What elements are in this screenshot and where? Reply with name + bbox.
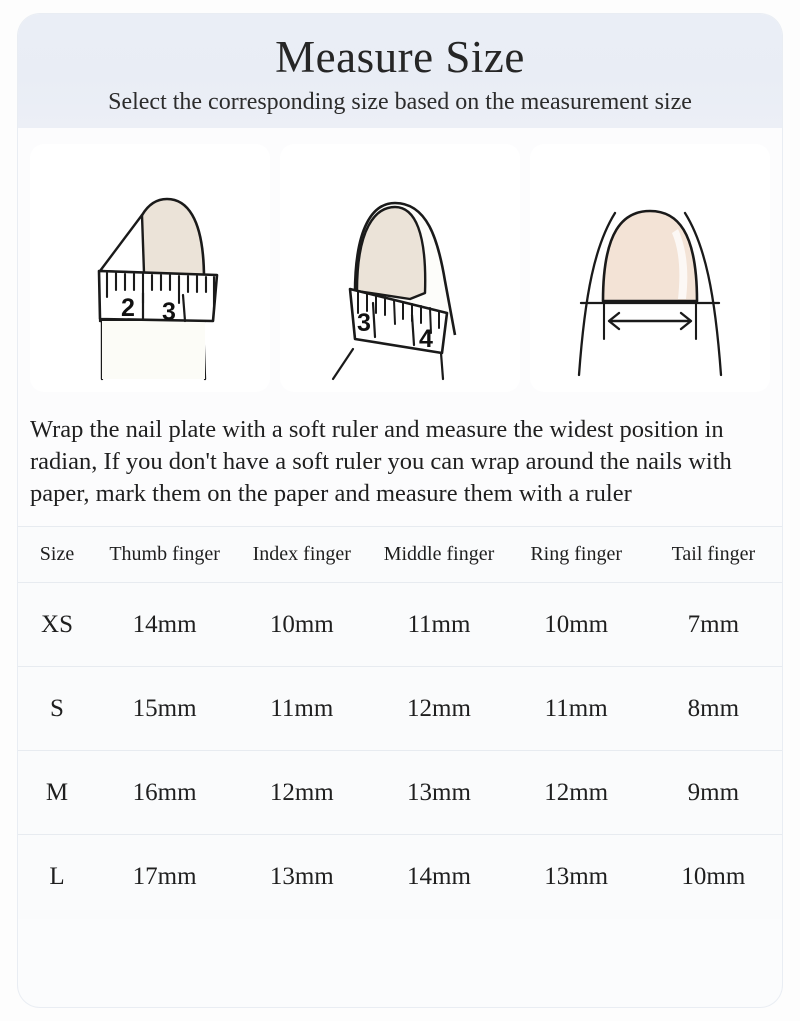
cell-middle: 11mm [370,582,508,667]
cell-thumb: 15mm [96,666,234,751]
cell-size: S [18,666,96,751]
ruler-label-3: 3 [162,298,176,326]
nail-width-arrow-icon [577,209,723,377]
instructions-text: Wrap the nail plate with a soft ruler an… [30,416,732,507]
cell-ring: 13mm [507,834,645,919]
cell-ring: 10mm [507,582,645,667]
figure-panel-3 [530,144,770,392]
page-title: Measure Size [275,32,525,82]
cell-index: 10mm [233,582,371,667]
size-chart-card: Measure Size Select the corresponding si… [18,14,782,1007]
cell-thumb: 14mm [96,582,234,667]
cell-index: 11mm [233,666,371,751]
finger-with-soft-ruler-2-3-icon: 2 3 [97,197,219,381]
size-table: Size Thumb finger Index finger Middle fi… [18,526,782,919]
cell-thumb: 16mm [96,750,234,835]
column-header-size: Size [18,526,96,583]
cell-ring: 11mm [507,666,645,751]
ruler-label-2: 2 [121,294,135,322]
cell-tail: 7mm [644,582,782,667]
table-row[interactable]: M 16mm 12mm 13mm 12mm 9mm [18,750,782,835]
instructions-block: Wrap the nail plate with a soft ruler an… [18,400,782,526]
finger-with-soft-ruler-3-4-icon: 3 4 [331,201,457,381]
cell-tail: 8mm [644,666,782,751]
cell-size: M [18,750,96,835]
table-header-row: Size Thumb finger Index finger Middle fi… [18,526,782,583]
table-row[interactable]: L 17mm 13mm 14mm 13mm 10mm [18,834,782,919]
column-header-ring: Ring finger [507,526,645,583]
cell-thumb: 17mm [96,834,234,919]
cell-tail: 9mm [644,750,782,835]
cell-index: 13mm [233,834,371,919]
ruler-label-3: 3 [357,309,371,337]
column-header-tail: Tail finger [644,526,782,583]
page-subtitle: Select the corresponding size based on t… [108,89,692,115]
cell-middle: 14mm [370,834,508,919]
figure-panel-2: 3 4 [280,144,520,392]
cell-size: L [18,834,96,919]
cell-tail: 10mm [644,834,782,919]
ruler-label-4: 4 [419,325,433,353]
cell-middle: 12mm [370,666,508,751]
illustration-strip: 2 3 3 4 [18,128,782,400]
cell-middle: 13mm [370,750,508,835]
figure-panel-1: 2 3 [30,144,270,392]
column-header-index: Index finger [233,526,371,583]
table-row[interactable]: S 15mm 11mm 12mm 11mm 8mm [18,666,782,751]
column-header-middle: Middle finger [370,526,508,583]
size-chart-page: Measure Size Select the corresponding si… [0,0,800,1021]
column-header-thumb: Thumb finger [96,526,234,583]
cell-size: XS [18,582,96,667]
table-row[interactable]: XS 14mm 10mm 11mm 10mm 7mm [18,582,782,667]
header-band: Measure Size Select the corresponding si… [18,14,782,128]
cell-index: 12mm [233,750,371,835]
cell-ring: 12mm [507,750,645,835]
